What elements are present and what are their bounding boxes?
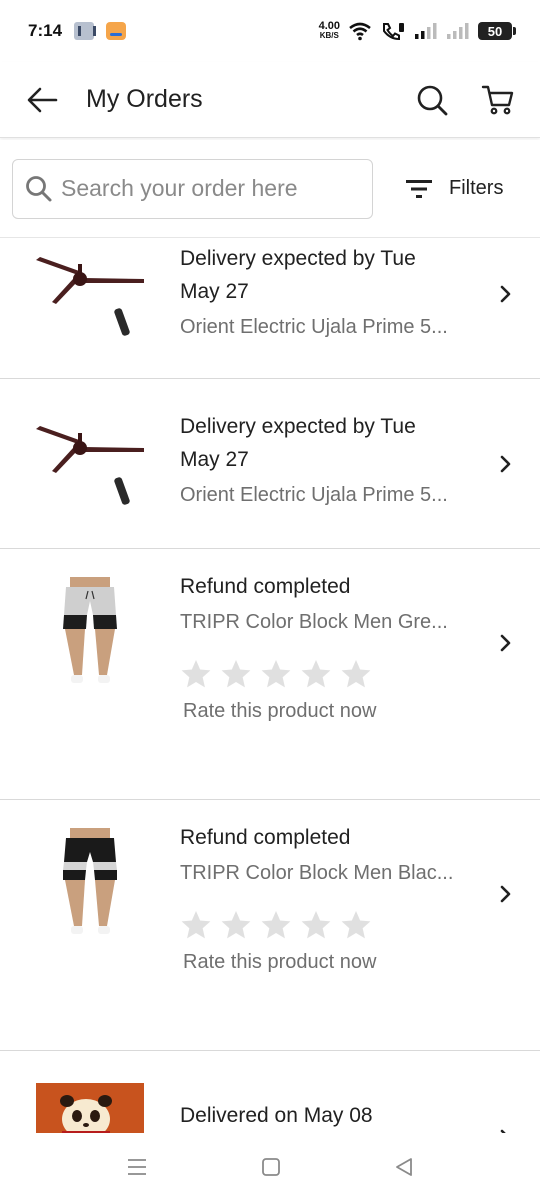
- home-icon[interactable]: [261, 1157, 281, 1177]
- order-status: Delivery expected by Tue: [180, 247, 416, 270]
- product-name: TRIPR Color Block Men Gre...: [180, 611, 448, 633]
- recent-apps-icon[interactable]: [126, 1157, 148, 1177]
- shopping-app-icon: [106, 22, 127, 40]
- search-row: Filters: [0, 140, 540, 238]
- status-bar: 7:14 4.00 KB/S 50: [0, 0, 540, 62]
- product-image-ceiling-fan: [0, 238, 180, 340]
- product-name: Orient Electric Ujala Prime 5...: [180, 316, 448, 338]
- signal-icon: [415, 23, 437, 39]
- star-icon[interactable]: [220, 658, 252, 690]
- star-icon[interactable]: [220, 909, 252, 941]
- star-icon[interactable]: [300, 658, 332, 690]
- rate-product-prompt[interactable]: Rate this product now: [183, 700, 480, 723]
- chevron-right-icon: [500, 634, 511, 652]
- search-box[interactable]: [12, 158, 373, 219]
- back-icon[interactable]: [394, 1157, 414, 1177]
- search-icon[interactable]: [414, 82, 450, 118]
- chevron-right-icon: [500, 885, 511, 903]
- filters-button[interactable]: Filters: [405, 177, 503, 200]
- order-item[interactable]: Delivered on May 08: [0, 1051, 540, 1136]
- order-list: Delivery expected by Tue May 27 Orient E…: [0, 238, 540, 1136]
- rating-stars[interactable]: [180, 658, 480, 690]
- signal-2-icon: [447, 23, 469, 39]
- filter-icon: [406, 179, 432, 198]
- order-status: Refund completed: [180, 575, 351, 598]
- star-icon[interactable]: [340, 909, 372, 941]
- filters-label: Filters: [449, 177, 504, 199]
- order-item[interactable]: Delivery expected by Tue May 27 Orient E…: [0, 238, 540, 379]
- order-status: Delivery expected by Tue: [180, 415, 416, 438]
- star-icon[interactable]: [260, 658, 292, 690]
- order-status: Delivered on May 08: [180, 1104, 373, 1127]
- search-input[interactable]: [61, 175, 351, 202]
- order-item[interactable]: Delivery expected by Tue May 27 Orient E…: [0, 379, 540, 549]
- back-arrow-icon[interactable]: [24, 82, 60, 118]
- star-icon[interactable]: [300, 909, 332, 941]
- app-header: My Orders: [0, 62, 540, 138]
- volte-call-icon: [383, 23, 404, 41]
- system-nav-bar: [0, 1133, 540, 1200]
- rating-stars[interactable]: [180, 909, 480, 941]
- order-item[interactable]: Refund completed TRIPR Color Block Men G…: [0, 549, 540, 800]
- product-image-black-shorts: [0, 800, 180, 940]
- chevron-right-icon: [500, 285, 511, 303]
- product-image-ceiling-fan: [0, 379, 180, 509]
- product-name: Orient Electric Ujala Prime 5...: [180, 484, 448, 506]
- product-name: TRIPR Color Block Men Blac...: [180, 862, 454, 884]
- battery-icon: 50: [478, 22, 516, 40]
- star-icon[interactable]: [260, 909, 292, 941]
- rate-product-prompt[interactable]: Rate this product now: [183, 951, 480, 974]
- star-icon[interactable]: [180, 909, 212, 941]
- page-title: My Orders: [86, 85, 203, 113]
- network-speed: 4.00 KB/S: [318, 20, 340, 41]
- notification-app-icon: [74, 22, 97, 40]
- clock: 7:14: [28, 21, 63, 40]
- product-image-grey-shorts: [0, 549, 180, 689]
- order-item[interactable]: Refund completed TRIPR Color Block Men B…: [0, 800, 540, 1051]
- star-icon[interactable]: [340, 658, 372, 690]
- cart-icon[interactable]: [480, 82, 516, 118]
- search-icon: [26, 175, 52, 201]
- chevron-right-icon: [500, 455, 511, 473]
- wifi-icon: [349, 22, 371, 41]
- star-icon[interactable]: [180, 658, 212, 690]
- order-status-date: May 27: [180, 280, 249, 303]
- order-status-date: May 27: [180, 448, 249, 471]
- order-status: Refund completed: [180, 826, 351, 849]
- product-image-panda-lamp: [0, 1051, 180, 1136]
